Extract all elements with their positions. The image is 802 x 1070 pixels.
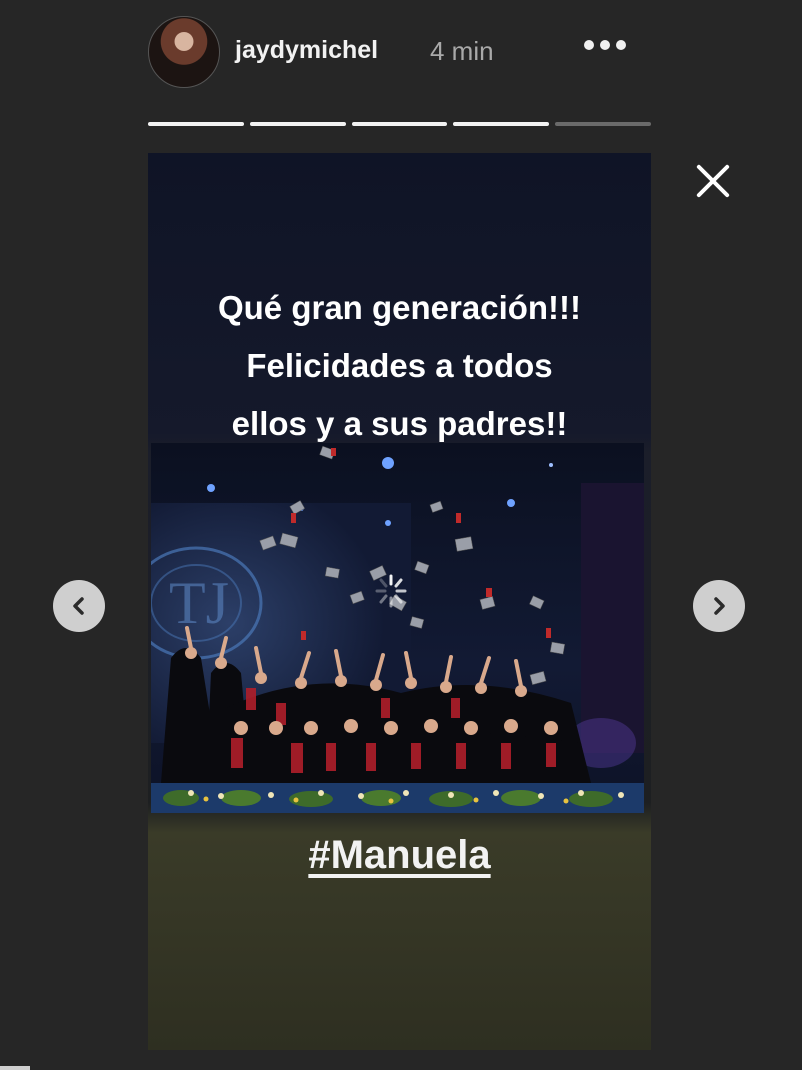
next-story-button[interactable] [693,580,745,632]
story-content[interactable]: Qué gran generación!!! Felicidades a tod… [148,153,651,1050]
chevron-right-icon [714,597,725,615]
previous-story-button[interactable] [53,580,105,632]
dot-icon [584,40,594,50]
progress-segment [249,122,346,126]
close-icon[interactable] [694,162,732,200]
dot-icon [616,40,626,50]
scroll-indicator [0,1066,30,1070]
chevron-left-icon [73,597,84,615]
progress-segment [453,122,550,126]
story-progress-bar [148,122,651,126]
progress-segment [351,122,448,126]
hashtag-link[interactable]: #Manuela [148,833,651,878]
more-options-icon[interactable] [584,40,626,50]
dot-icon [600,40,610,50]
story-header: jaydymichel 4 min [148,14,651,92]
progress-segment [555,122,651,126]
progress-segment [148,122,244,126]
svg-text:TJ: TJ [169,570,229,636]
caption-line: Felicidades a todos [246,347,553,384]
timestamp: 4 min [430,36,494,66]
story-caption: Qué gran generación!!! Felicidades a tod… [148,279,651,453]
avatar[interactable] [148,16,220,88]
graduation-photo: TJ [151,443,644,813]
username[interactable]: jaydymichel [235,36,378,65]
caption-line: Qué gran generación!!! [217,289,582,326]
